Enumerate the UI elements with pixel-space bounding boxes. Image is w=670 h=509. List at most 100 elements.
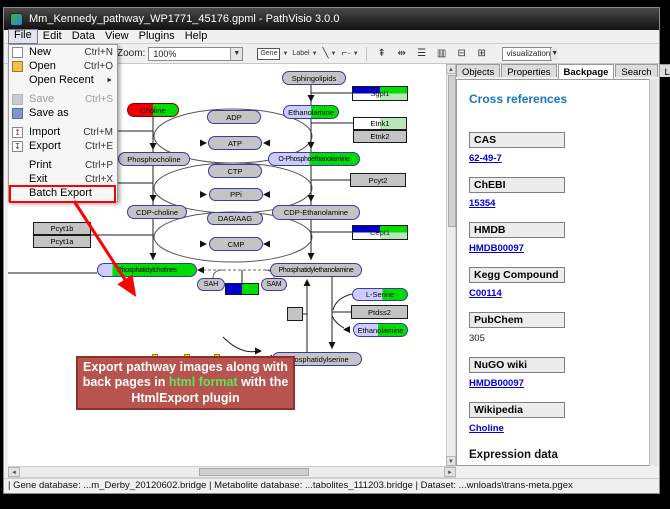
node-ptdss2[interactable]: Ptdss2	[351, 305, 408, 319]
align-center-button[interactable]: ⇞	[374, 46, 390, 62]
menu-bar: File Edit Data View Plugins Help	[4, 30, 659, 44]
scroll-down-icon[interactable]: ▼	[446, 456, 456, 466]
tab-objects[interactable]: Objects	[456, 64, 500, 77]
menu-view[interactable]: View	[100, 30, 134, 43]
pathvisio-window: Mm_Kennedy_pathway_WP1771_45176.gpml - P…	[0, 0, 670, 509]
menu-item-open[interactable]: OpenCtrl+O	[9, 59, 117, 73]
node-l-serine[interactable]: L-Serine	[352, 288, 408, 301]
menu-help[interactable]: Help	[180, 30, 213, 43]
node-sphingolipids[interactable]: Sphingolipids	[282, 71, 346, 85]
node-choline[interactable]: Choline	[127, 103, 179, 117]
xref-link-chebi[interactable]: 15354	[469, 198, 495, 209]
canvas-vertical-scrollbar[interactable]: ▲ ▼	[446, 64, 456, 466]
menu-item-save-as[interactable]: Save as	[9, 106, 117, 120]
node-phosphocholine[interactable]: Phosphocholine	[118, 152, 190, 166]
node-pisd[interactable]	[287, 307, 303, 321]
menu-item-print[interactable]: PrintCtrl+P	[9, 158, 117, 172]
stack-horizontal-button[interactable]: ▥	[434, 46, 450, 62]
node-cdp-ethanolamine[interactable]: CDP-Ethanolamine	[272, 205, 360, 220]
cross-references-heading: Cross references	[469, 92, 649, 106]
scroll-left-icon[interactable]: ◄	[8, 467, 20, 477]
chevron-down-icon: ▼	[312, 51, 318, 57]
node-phosphatidylcholines[interactable]: Phosphatidylcholines	[97, 263, 197, 277]
chevron-down-icon[interactable]: ▼	[550, 48, 558, 60]
export-icon: ↧	[12, 141, 23, 152]
chevron-down-icon: ▼	[331, 51, 337, 57]
new-file-icon	[12, 47, 23, 58]
node-pcyt1b[interactable]: Pcyt1b	[33, 222, 91, 235]
menu-edit[interactable]: Edit	[38, 30, 67, 43]
panel-scrollbar[interactable]	[649, 79, 658, 466]
node-sah[interactable]: SAH	[197, 278, 225, 291]
new-line-button[interactable]: ╲▼	[322, 46, 338, 62]
status-bar: | Gene database: ...m_Derby_20120602.bri…	[4, 478, 659, 492]
distribute-vertical-button[interactable]: ⊞	[474, 46, 490, 62]
chevron-down-icon[interactable]: ▼	[230, 48, 242, 60]
submenu-arrow-icon: ►	[106, 77, 113, 84]
side-panel: Objects Properties Backpage Search Legen…	[456, 64, 658, 466]
canvas-horizontal-scrollbar[interactable]: ◄ ►	[8, 466, 456, 478]
node-ethanolamine[interactable]: Ethanolamine	[283, 105, 339, 119]
stack-vertical-button[interactable]: ☰	[414, 46, 430, 62]
new-connector-button[interactable]: ⌐·▼	[342, 46, 359, 62]
app-icon	[10, 13, 23, 26]
new-datanode-button[interactable]: Gene▼	[257, 46, 288, 62]
tab-legend[interactable]: Legend	[659, 64, 670, 77]
vertical-scroll-thumb[interactable]	[448, 75, 456, 227]
menu-item-open-recent[interactable]: Open Recent►	[9, 73, 117, 87]
backpage-panel: Cross references CAS 62-49-7 ChEBI 15354…	[456, 79, 650, 466]
open-folder-icon	[12, 61, 23, 72]
new-label-button[interactable]: Label▼	[292, 46, 317, 62]
distribute-horizontal-button[interactable]: ⊟	[454, 46, 470, 62]
scroll-up-icon[interactable]: ▲	[446, 64, 456, 74]
toolbar-separator	[366, 47, 367, 61]
xref-link-cas[interactable]: 62-49-7	[469, 153, 502, 164]
node-pcyt1a[interactable]: Pcyt1a	[33, 235, 91, 248]
annotation-callout: Export pathway images along with back pa…	[76, 356, 295, 410]
xref-link-nugo[interactable]: HMDB00097	[469, 378, 524, 389]
distribute-horizontal-icon: ⊟	[457, 48, 465, 59]
horizontal-scroll-thumb[interactable]	[199, 468, 309, 476]
node-cdp-choline[interactable]: CDP-choline	[127, 205, 187, 219]
node-ctp[interactable]: CTP	[208, 164, 262, 178]
xref-link-kegg[interactable]: C00114	[469, 288, 502, 299]
menu-item-export[interactable]: ↧ExportCtrl+E	[9, 139, 117, 153]
menu-file[interactable]: File	[8, 29, 38, 44]
zoom-combobox[interactable]: 100%▼	[148, 47, 243, 61]
node-pcyt2[interactable]: Pcyt2	[350, 173, 406, 187]
node-cmp[interactable]: CMP	[209, 237, 263, 251]
node-etnk2[interactable]: Etnk2	[353, 130, 407, 143]
scroll-right-icon[interactable]: ►	[444, 467, 456, 477]
node-ethanolamine-2[interactable]: Ethanolamine	[353, 323, 408, 337]
node-pemt[interactable]	[225, 283, 259, 295]
align-center-icon: ⇞	[377, 48, 385, 59]
node-adp[interactable]: ADP	[207, 110, 261, 124]
align-middle-button[interactable]: ⇹	[394, 46, 410, 62]
node-cept1[interactable]: Cept1	[352, 225, 408, 240]
node-o-phosphoethanolamine[interactable]: O-Phosphoethanolamine	[268, 152, 360, 166]
node-etnk1[interactable]: Etnk1	[353, 117, 407, 130]
xref-link-hmdb[interactable]: HMDB00097	[469, 243, 524, 254]
connector-tool-icon: ⌐·	[342, 48, 351, 59]
menu-item-save[interactable]: SaveCtrl+S	[9, 92, 117, 106]
tab-search[interactable]: Search	[615, 64, 657, 77]
menu-item-exit[interactable]: ExitCtrl+X	[9, 172, 117, 186]
node-sgpl1[interactable]: Sgpl1	[352, 86, 408, 101]
menu-item-import[interactable]: ↥ImportCtrl+M	[9, 125, 117, 139]
menu-plugins[interactable]: Plugins	[134, 30, 180, 43]
stack-horizontal-icon: ▥	[437, 48, 446, 59]
menu-data[interactable]: Data	[67, 30, 100, 43]
node-dag-aag[interactable]: DAG/AAG	[207, 212, 263, 225]
tab-properties[interactable]: Properties	[501, 64, 556, 77]
node-ppi[interactable]: PPi	[209, 188, 263, 201]
xref-link-wikipedia[interactable]: Choline	[469, 423, 504, 434]
visualization-combobox[interactable]: visualization▼	[502, 47, 552, 61]
expression-data-heading: Expression data	[469, 449, 649, 461]
tab-backpage[interactable]: Backpage	[558, 64, 615, 79]
menu-item-new[interactable]: NewCtrl+N	[9, 45, 117, 59]
label-tool-icon: Label	[292, 50, 309, 57]
chevron-down-icon: ▼	[282, 51, 288, 57]
node-sam[interactable]: SAM	[261, 278, 287, 291]
node-atp[interactable]: ATP	[208, 136, 262, 150]
node-phosphatidylethanolamine[interactable]: Phosphatidylethanolamine	[270, 263, 362, 277]
